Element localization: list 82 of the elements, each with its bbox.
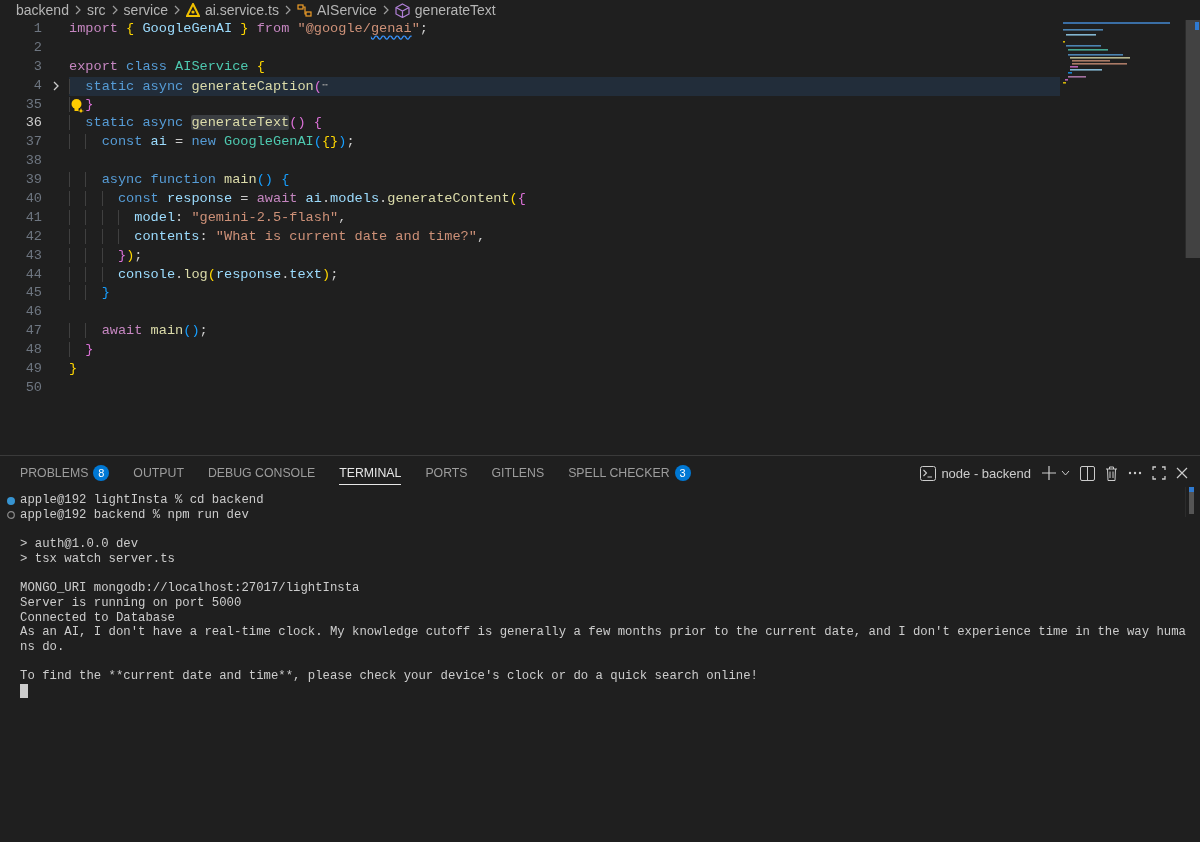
breadcrumb-item[interactable]: ai.service.ts: [204, 2, 279, 18]
line-number: 44: [24, 265, 42, 284]
panel-tab[interactable]: OUTPUT: [133, 461, 184, 485]
terminal-line: > auth@1.0.0 dev: [20, 537, 139, 552]
line-number: 45: [24, 284, 42, 303]
chevron-icon: [381, 5, 390, 15]
breadcrumb-item[interactable]: service: [123, 2, 168, 18]
code-line: }: [69, 361, 78, 377]
more-icon: [1128, 471, 1142, 475]
code-line: static async generateCaption(⋯: [69, 78, 328, 94]
terminal-line: As an AI, I don't have a real-time clock. My knowledge cutoff is generally a few months prior to the current date, and I don't experience time in the way huma: [20, 625, 1186, 640]
line-number: 41: [24, 208, 42, 227]
line-number: 46: [24, 303, 42, 322]
terminal-line: To find the **current date and time**, please check your device's clock or do a quick search online!: [20, 669, 758, 685]
chevron-icon: [283, 5, 292, 15]
line-number: 3: [32, 57, 42, 76]
terminal-selector[interactable]: node - backend: [920, 465, 1031, 481]
triangle-icon: [185, 3, 200, 17]
lightbulb-icon[interactable]: [70, 97, 85, 113]
panel-tab[interactable]: GITLENS: [491, 461, 545, 485]
line-number: 38: [24, 152, 42, 171]
close-icon: [1176, 467, 1188, 479]
code-line: const response = await ai.models.generateContent({: [69, 191, 526, 206]
line-number: 39: [24, 171, 42, 190]
breadcrumb-item[interactable]: AIService: [316, 2, 377, 18]
panel-tab[interactable]: PROBLEMS 8: [20, 461, 110, 485]
code-line: const ai = new GoogleGenAI({});: [69, 134, 355, 150]
code-line: contents: "What is current date and time?",: [69, 228, 486, 244]
panel-tab[interactable]: TERMINAL: [339, 461, 402, 485]
code-line: });: [69, 247, 143, 263]
count-badge: 8: [93, 465, 110, 481]
fold-chevron-icon[interactable]: [51, 81, 60, 92]
terminal-cursor: [20, 684, 28, 699]
chevron-icon: [110, 5, 119, 15]
chevron-icon: [73, 5, 82, 15]
line-number: 37: [24, 133, 42, 152]
code-line: model: "gemini-2.5-flash",: [69, 209, 347, 225]
class-icon: [296, 3, 312, 17]
scrollbar-thumb[interactable]: [1189, 487, 1194, 514]
split-icon: [1080, 465, 1095, 481]
terminal-line: > tsx watch server.ts: [20, 551, 175, 567]
line-number: 43: [24, 246, 42, 265]
scrollbar-thumb[interactable]: [1185, 20, 1200, 258]
terminal-line: MONGO_URI mongodb://localhost:27017/lightInsta: [20, 581, 360, 596]
trash-icon: [1105, 465, 1118, 481]
panel-tab[interactable]: SPELL CHECKER 3: [568, 461, 691, 485]
code-line: export class AIService {: [69, 58, 265, 74]
chevron-down-icon: [1061, 470, 1070, 476]
plus-icon: [1041, 465, 1057, 481]
line-number: 4: [32, 76, 42, 95]
count-badge: 3: [674, 465, 691, 481]
terminal-command: apple@192 lightInsta % cd backend: [20, 493, 264, 508]
panel-tab[interactable]: PORTS: [425, 461, 468, 485]
terminal-command: apple@192 backend % npm run dev: [20, 507, 249, 523]
line-number: 2: [32, 38, 42, 57]
terminal-line: Connected to Database: [20, 610, 175, 626]
maximize-icon: [1152, 466, 1166, 480]
breadcrumb-item[interactable]: backend: [16, 2, 69, 18]
line-number: 47: [24, 322, 42, 341]
breadcrumb-item[interactable]: generateText: [414, 2, 496, 18]
line-number: 48: [24, 341, 42, 360]
breadcrumb-item[interactable]: src: [86, 2, 106, 18]
code-line: import { GoogleGenAI } from "@google/genai";: [69, 21, 429, 36]
terminal-line: ns do.: [20, 640, 65, 655]
panel-tab[interactable]: DEBUG CONSOLE: [207, 461, 316, 485]
line-number: 1: [32, 20, 42, 38]
code-line: console.log(response.text);: [69, 266, 339, 282]
chevron-icon: [172, 5, 181, 15]
code-line: await main();: [69, 323, 208, 339]
cube-icon: [394, 2, 410, 18]
code-line: async function main() {: [69, 172, 290, 188]
line-number: 36: [24, 114, 42, 133]
terminal-icon: [920, 465, 937, 481]
line-number: 35: [24, 95, 42, 114]
code-line: }: [69, 342, 94, 358]
line-number: 40: [24, 190, 42, 208]
line-number: 49: [24, 360, 42, 379]
code-line: static async generateText() {: [69, 115, 322, 131]
terminal-line: Server is running on port 5000: [20, 595, 242, 611]
line-number: 50: [24, 378, 42, 397]
code-line: }: [69, 285, 110, 301]
line-number: 42: [24, 227, 42, 246]
